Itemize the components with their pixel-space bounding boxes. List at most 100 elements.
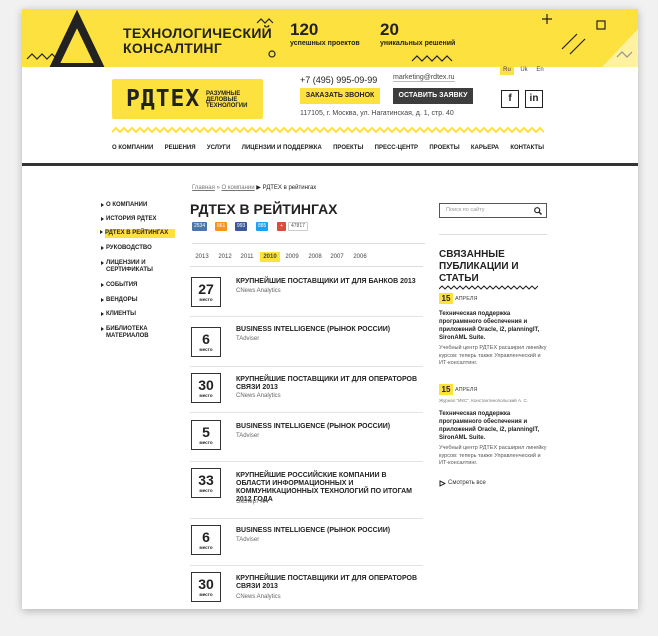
leave-request-button[interactable]: Оставить заявку xyxy=(393,88,473,104)
entry-divider xyxy=(190,366,423,367)
share-tw-button[interactable]: 885 xyxy=(256,222,269,231)
sidebar-item-about[interactable]: О компании xyxy=(101,202,176,209)
year-tab[interactable]: 2011 xyxy=(237,252,257,262)
lang-uk[interactable]: Uk xyxy=(517,65,531,75)
news-text: Учебный центр РДТЕХ расширил линейку кур… xyxy=(439,345,547,366)
sidebar-item-vendors[interactable]: Вендоры xyxy=(101,297,176,304)
share-plus-icon[interactable]: + xyxy=(277,222,286,231)
rank-number: 6 xyxy=(202,529,210,545)
rank-label: место xyxy=(199,592,213,597)
breadcrumb-current: РДТЕХ в рейтингах xyxy=(262,185,317,191)
nav-item-projects[interactable]: Проекты xyxy=(333,143,363,157)
year-underline xyxy=(190,266,423,267)
logo-tagline: Разумные деловые технологии xyxy=(206,91,248,109)
play-icon[interactable] xyxy=(439,480,446,487)
sidebar-item-library[interactable]: Библиотека материалов xyxy=(101,326,176,340)
entry-title[interactable]: Крупнейшие поставщики ИТ для операторов … xyxy=(236,575,421,591)
related-zigzag xyxy=(439,285,539,290)
entry-title[interactable]: Крупнейшие поставщики ИТ для операторов … xyxy=(236,376,421,392)
nav-item-services[interactable]: Услуги xyxy=(207,143,231,157)
nav-item-about[interactable]: О компании xyxy=(112,143,153,157)
share-count: 993 xyxy=(237,223,246,229)
banner-title: Технологический консалтинг xyxy=(123,25,273,56)
breadcrumb-company[interactable]: О компании xyxy=(222,185,255,191)
linkedin-icon[interactable]: in xyxy=(525,90,543,108)
news-title[interactable]: Техническая поддержка программного обесп… xyxy=(439,310,547,342)
rank-label: место xyxy=(199,440,213,445)
rank-badge: 6 место xyxy=(191,327,221,357)
entry-divider xyxy=(190,565,423,566)
share-ok-button[interactable]: 861 xyxy=(215,222,228,231)
rank-number: 30 xyxy=(198,377,214,393)
rank-badge: 6 место xyxy=(191,525,221,555)
sidebar-item-history[interactable]: История РДТЕХ xyxy=(101,216,176,223)
share-vk-button[interactable]: 2534 xyxy=(192,222,208,231)
entry-divider xyxy=(190,518,423,519)
entry-divider xyxy=(190,461,423,462)
lang-en[interactable]: En xyxy=(533,65,547,75)
share-fb-button[interactable]: 993 xyxy=(235,222,248,231)
logo-mark: РДТЕХ xyxy=(126,86,201,112)
rank-number: 6 xyxy=(202,331,210,347)
sidebar-item-management[interactable]: Руководство xyxy=(101,245,176,252)
sidebar-item-licenses[interactable]: Лицензии и сертификаты xyxy=(101,260,176,274)
entry-source: CNews Analytics xyxy=(236,393,281,399)
lang-ru[interactable]: Ru xyxy=(500,65,514,75)
request-call-button[interactable]: Заказать звонок xyxy=(300,88,380,104)
page-title: РДТЕХ в рейтингах xyxy=(190,201,338,217)
rank-number: 5 xyxy=(202,424,210,440)
nav-item-press[interactable]: Пресс-центр xyxy=(375,143,418,157)
stat-solutions: 20 уникальных решений xyxy=(380,21,455,48)
nav-item-projects-2[interactable]: Проекты xyxy=(429,143,459,157)
rank-number: 33 xyxy=(198,472,214,488)
nav-item-licenses[interactable]: Лицензии и поддержка xyxy=(242,143,322,157)
zigzag-divider xyxy=(112,126,544,134)
rank-label: место xyxy=(199,347,213,352)
year-tab[interactable]: 2006 xyxy=(350,252,370,262)
nav-item-career[interactable]: Карьера xyxy=(471,143,499,157)
see-all-link[interactable]: Смотреть все xyxy=(448,480,486,486)
nav-item-solutions[interactable]: Решения xyxy=(165,143,196,157)
news-title[interactable]: Техническая поддержка программного обесп… xyxy=(439,410,547,442)
news-date-day: 15 xyxy=(439,293,453,304)
stat-projects: 120 успешных проектов xyxy=(290,21,360,48)
phone-number[interactable]: +7 (495) 995-09-99 xyxy=(300,75,377,85)
news-date-month: апреля xyxy=(455,296,478,302)
news-date-day: 15 xyxy=(439,384,453,395)
year-tab[interactable]: 2013 xyxy=(192,252,212,262)
rank-label: место xyxy=(199,297,213,302)
search-icon[interactable] xyxy=(534,207,542,215)
email-link[interactable]: marketing@rdtex.ru xyxy=(393,74,455,82)
year-tab[interactable]: 2008 xyxy=(305,252,325,262)
sidebar-item-clients[interactable]: Клиенты xyxy=(101,311,176,318)
entry-source: Эксперт РА xyxy=(236,499,268,505)
logo[interactable]: РДТЕХ Разумные деловые технологии xyxy=(112,79,263,119)
entry-title[interactable]: Business Intelligence (рынок России) xyxy=(236,527,421,535)
year-tab[interactable]: 2012 xyxy=(215,252,235,262)
rank-badge: 30 место xyxy=(191,373,221,403)
right-divider xyxy=(439,234,547,235)
sidebar-item-events[interactable]: События xyxy=(101,282,176,289)
nav-item-contacts[interactable]: Контакты xyxy=(510,143,544,157)
breadcrumb-home[interactable]: Главная xyxy=(192,185,215,191)
entry-divider xyxy=(190,316,423,317)
rank-number: 30 xyxy=(198,576,214,592)
rank-label: место xyxy=(199,545,213,550)
sidebar-item-ratings[interactable]: РДТЕХ в рейтингах xyxy=(100,229,175,238)
search-input[interactable]: Поиск по сайту xyxy=(446,207,485,213)
facebook-icon[interactable]: f xyxy=(501,90,519,108)
entry-title[interactable]: Business Intelligence (рынок России) xyxy=(236,423,421,431)
rank-number: 27 xyxy=(198,281,214,297)
entry-title[interactable]: Business Intelligence (рынок России) xyxy=(236,326,421,334)
year-tab[interactable]: 2009 xyxy=(282,252,302,262)
year-tab-active[interactable]: 2010 xyxy=(260,252,280,262)
entry-source: CNews Analytics xyxy=(236,288,281,294)
stat-label: успешных проектов xyxy=(290,40,360,47)
year-tab[interactable]: 2007 xyxy=(327,252,347,262)
share-count: 861 xyxy=(217,223,226,229)
entry-title[interactable]: Крупнейшие поставщики ИТ для банков 2013 xyxy=(236,278,421,286)
main-nav: О компании Решения Услуги Лицензии и под… xyxy=(112,143,544,157)
search-field[interactable]: Поиск по сайту xyxy=(439,203,547,218)
promo-banner[interactable]: Технологический консалтинг 120 успешных … xyxy=(22,9,638,67)
breadcrumb-arrow-icon: ▶ xyxy=(256,185,261,191)
